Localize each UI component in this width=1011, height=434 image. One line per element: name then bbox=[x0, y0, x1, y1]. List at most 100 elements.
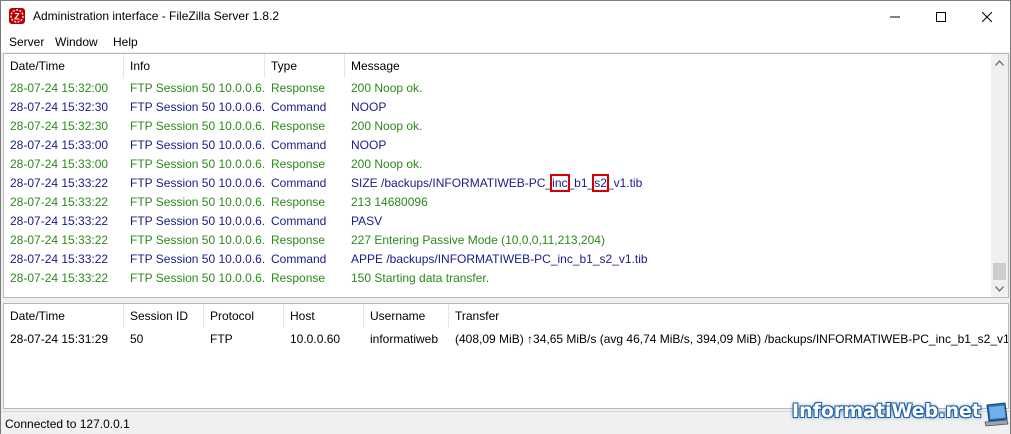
session-cell-protocol: FTP bbox=[210, 332, 233, 346]
log-row[interactable]: 28-07-24 15:33:22 FTP Session 50 10.0.0.6… bbox=[4, 231, 992, 250]
sessions-col-username[interactable]: Username bbox=[364, 304, 449, 328]
window-title: Administration interface - FileZilla Ser… bbox=[33, 9, 280, 23]
log-cell-datetime: 28-07-24 15:33:22 bbox=[10, 233, 109, 247]
sessions-col-datetime[interactable]: Date/Time bbox=[4, 304, 124, 328]
log-cell-info: FTP Session 50 10.0.0.6... bbox=[130, 119, 265, 133]
sessions-col-host[interactable]: Host bbox=[284, 304, 364, 328]
log-cell-message: 200 Noop ok. bbox=[351, 157, 423, 171]
sessions-col-session-id[interactable]: Session ID bbox=[124, 304, 204, 328]
log-row[interactable]: 28-07-24 15:33:22 FTP Session 50 10.0.0.6… bbox=[4, 250, 992, 269]
log-cell-datetime: 28-07-24 15:32:00 bbox=[10, 81, 109, 95]
highlight-box: inc bbox=[550, 174, 570, 192]
log-panel: Date/Time Info Type Message 28-07-24 15:… bbox=[3, 53, 1009, 298]
log-cell-info: FTP Session 50 10.0.0.6... bbox=[130, 81, 265, 95]
laptop-logo-icon bbox=[983, 402, 1009, 431]
log-cell-message: 213 14680096 bbox=[351, 195, 428, 209]
log-cell-type: Response bbox=[271, 119, 326, 133]
message-part: _b1_ bbox=[567, 176, 595, 190]
log-row[interactable]: 28-07-24 15:33:22 FTP Session 50 10.0.0.6… bbox=[4, 269, 992, 288]
session-cell-host: 10.0.0.60 bbox=[290, 332, 341, 346]
close-button[interactable] bbox=[964, 1, 1010, 32]
log-cell-info: FTP Session 50 10.0.0.6... bbox=[130, 176, 265, 190]
log-col-type[interactable]: Type bbox=[265, 54, 345, 78]
log-cell-datetime: 28-07-24 15:33:22 bbox=[10, 252, 109, 266]
log-cell-type: Command bbox=[271, 176, 327, 190]
log-row[interactable]: 28-07-24 15:32:00 FTP Session 50 10.0.0.6… bbox=[4, 79, 992, 98]
svg-text:Z: Z bbox=[14, 12, 20, 22]
log-cell-type: Response bbox=[271, 157, 326, 171]
maximize-icon bbox=[936, 11, 946, 22]
log-cell-info: FTP Session 50 10.0.0.6... bbox=[130, 157, 265, 171]
sessions-panel: Date/Time Session ID Protocol Host Usern… bbox=[3, 303, 1009, 409]
log-scrollbar[interactable] bbox=[991, 54, 1008, 297]
log-cell-message: PASV bbox=[351, 214, 383, 228]
highlight-box: s2 bbox=[592, 174, 609, 192]
scroll-thumb[interactable] bbox=[993, 263, 1006, 280]
log-cell-info: FTP Session 50 10.0.0.6... bbox=[130, 195, 265, 209]
menu-help[interactable]: Help bbox=[113, 35, 138, 49]
log-cell-datetime: 28-07-24 15:33:00 bbox=[10, 138, 109, 152]
log-row[interactable]: 28-07-24 15:33:22 FTP Session 50 10.0.0.6… bbox=[4, 174, 992, 193]
log-row[interactable]: 28-07-24 15:33:00 FTP Session 50 10.0.0.6… bbox=[4, 155, 992, 174]
log-cell-type: Response bbox=[271, 81, 326, 95]
close-icon bbox=[982, 11, 992, 22]
log-cell-info: FTP Session 50 10.0.0.6... bbox=[130, 252, 265, 266]
log-cell-message: NOOP bbox=[351, 100, 387, 114]
session-cell-transfer: (408,09 MiB) ↑34,65 MiB/s (avg 46,74 MiB… bbox=[455, 332, 1009, 346]
minimize-icon bbox=[890, 16, 900, 17]
log-row[interactable]: 28-07-24 15:33:22 FTP Session 50 10.0.0.6… bbox=[4, 193, 992, 212]
log-row[interactable]: 28-07-24 15:32:30 FTP Session 50 10.0.0.6… bbox=[4, 117, 992, 136]
log-cell-info: FTP Session 50 10.0.0.6... bbox=[130, 214, 265, 228]
log-col-datetime[interactable]: Date/Time bbox=[4, 54, 124, 78]
log-cell-type: Command bbox=[271, 252, 327, 266]
watermark: InformatiWeb.net bbox=[792, 398, 1011, 434]
log-cell-message: 200 Noop ok. bbox=[351, 119, 423, 133]
menu-server[interactable]: Server bbox=[9, 35, 44, 49]
log-cell-type: Command bbox=[271, 138, 327, 152]
chevron-up-icon bbox=[995, 59, 1004, 66]
session-cell-username: informatiweb bbox=[370, 332, 439, 346]
log-cell-info: FTP Session 50 10.0.0.6... bbox=[130, 138, 265, 152]
log-cell-info: FTP Session 50 10.0.0.6... bbox=[130, 100, 265, 114]
scroll-down-button[interactable] bbox=[991, 280, 1008, 297]
sessions-col-protocol[interactable]: Protocol bbox=[204, 304, 284, 328]
log-cell-message: 200 Noop ok. bbox=[351, 81, 423, 95]
log-cell-message: APPE /backups/INFORMATIWEB-PC_inc_b1_s2_… bbox=[351, 252, 648, 266]
log-cell-message: 150 Starting data transfer. bbox=[351, 271, 490, 285]
log-cell-type: Response bbox=[271, 195, 326, 209]
log-col-info[interactable]: Info bbox=[124, 54, 265, 78]
log-cell-type: Command bbox=[271, 214, 327, 228]
session-cell-id: 50 bbox=[130, 332, 144, 346]
session-row[interactable]: 28-07-24 15:31:29 50 FTP 10.0.0.60 informati… bbox=[4, 330, 1008, 349]
chevron-down-icon bbox=[995, 285, 1004, 292]
log-cell-info: FTP Session 50 10.0.0.6... bbox=[130, 271, 265, 285]
minimize-button[interactable] bbox=[872, 1, 918, 32]
message-part: SIZE /backups/INFORMATIWEB-PC_ bbox=[351, 176, 553, 190]
maximize-button[interactable] bbox=[918, 1, 964, 32]
log-row[interactable]: 28-07-24 15:33:00 FTP Session 50 10.0.0.6… bbox=[4, 136, 992, 155]
sessions-header: Date/Time Session ID Protocol Host Usern… bbox=[4, 304, 1008, 328]
log-cell-datetime: 28-07-24 15:33:22 bbox=[10, 271, 109, 285]
log-col-message[interactable]: Message bbox=[345, 54, 992, 78]
log-cell-type: Command bbox=[271, 100, 327, 114]
watermark-text: InformatiWeb.net bbox=[792, 400, 981, 422]
title-bar[interactable]: Z Administration interface - FileZilla S… bbox=[1, 1, 1010, 32]
log-cell-datetime: 28-07-24 15:33:22 bbox=[10, 214, 109, 228]
menu-bar: Server Window Help bbox=[1, 32, 1010, 53]
log-cell-datetime: 28-07-24 15:32:30 bbox=[10, 119, 109, 133]
log-cell-type: Response bbox=[271, 233, 326, 247]
log-cell-datetime: 28-07-24 15:33:22 bbox=[10, 195, 109, 209]
log-row[interactable]: 28-07-24 15:33:22 FTP Session 50 10.0.0.6… bbox=[4, 212, 992, 231]
log-cell-message: NOOP bbox=[351, 138, 387, 152]
message-part: _v1.tib bbox=[606, 176, 643, 190]
scroll-up-button[interactable] bbox=[991, 54, 1008, 71]
sessions-col-transfer[interactable]: Transfer bbox=[449, 304, 1008, 328]
menu-window[interactable]: Window bbox=[55, 35, 98, 49]
log-cell-type: Response bbox=[271, 271, 326, 285]
session-cell-datetime: 28-07-24 15:31:29 bbox=[10, 332, 109, 346]
filezilla-server-icon: Z bbox=[9, 8, 25, 24]
log-cell-message: 227 Entering Passive Mode (10,0,0,11,213… bbox=[351, 233, 605, 247]
log-row[interactable]: 28-07-24 15:32:30 FTP Session 50 10.0.0.6… bbox=[4, 98, 992, 117]
log-cell-message: SIZE /backups/INFORMATIWEB-PC_inc_b1_s2_… bbox=[345, 174, 992, 193]
log-header: Date/Time Info Type Message bbox=[4, 54, 1008, 78]
